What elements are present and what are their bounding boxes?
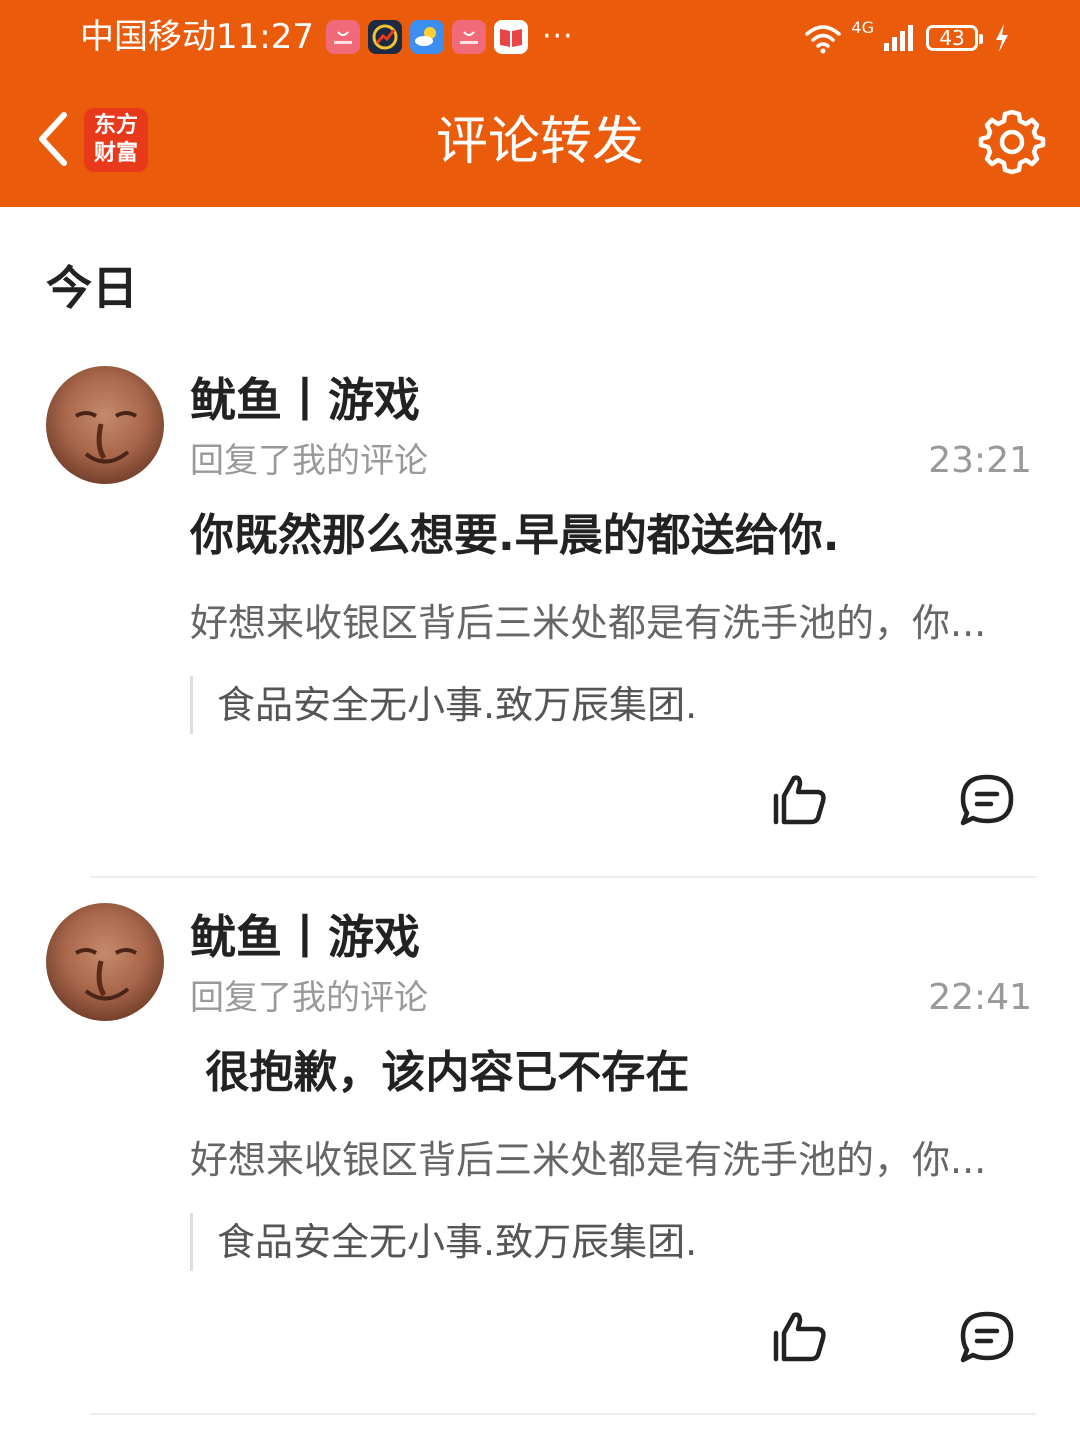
thumbs-up-icon — [773, 775, 826, 825]
notification-card[interactable]: 鱿鱼丨游戏 回复了我的评论 23:21 你既然那么想要.早晨的都送给你. 好想来… — [0, 366, 1080, 903]
charging-icon — [996, 24, 1008, 52]
avatar[interactable] — [46, 903, 164, 1021]
settings-button[interactable] — [972, 104, 1052, 180]
huawei-appgallery-icon — [452, 20, 486, 54]
my-comment-text[interactable]: 好想来收银区背后三米处都是有洗手池的，你... — [190, 598, 1036, 648]
page-title: 评论转发 — [435, 112, 644, 172]
username[interactable]: 鱿鱼丨游戏 — [190, 370, 420, 430]
comment-icon — [960, 774, 1014, 826]
reply-text[interactable]: 你既然那么想要.早晨的都送给你. — [190, 506, 1050, 566]
app-logo-line2: 财富 — [93, 141, 138, 166]
reply-button[interactable] — [956, 770, 1018, 830]
back-button[interactable] — [22, 104, 82, 174]
book-icon — [494, 20, 528, 54]
avatar-face — [74, 948, 138, 1001]
header-bar: 中国移动11:27 ··· 4G 43 东方 财富 评论转发 — [0, 0, 1080, 207]
more-notifications-indicator: ··· — [542, 19, 574, 54]
carrier-label: 中国移动 — [80, 17, 216, 57]
notification-card[interactable]: 鱿鱼丨游戏 回复了我的评论 22:41 很抱歉，该内容已不存在 好想来收银区背后… — [0, 903, 1080, 1440]
stock-app-icon — [368, 20, 402, 54]
action-text: 回复了我的评论 — [190, 441, 428, 481]
action-text: 回复了我的评论 — [190, 978, 428, 1018]
system-indicators: 4G 43 — [803, 18, 1010, 58]
timestamp: 23:21 — [928, 440, 1032, 481]
huawei-appgallery-icon — [326, 20, 360, 54]
notification-icons: ··· — [326, 20, 574, 54]
signal-icon — [884, 25, 913, 51]
username[interactable]: 鱿鱼丨游戏 — [190, 907, 420, 967]
avatar-face — [74, 411, 138, 464]
status-bar: 中国移动11:27 ··· 4G 43 — [0, 0, 1080, 76]
quoted-post[interactable]: 食品安全无小事.致万辰集团. — [190, 1213, 1036, 1271]
avatar[interactable] — [46, 366, 164, 484]
chevron-left-icon — [39, 112, 67, 166]
section-title-today: 今日 — [46, 261, 138, 315]
weather-icon — [410, 20, 444, 54]
battery-icon: 43 — [926, 25, 983, 51]
app-logo-line1: 东方 — [93, 113, 138, 138]
like-button[interactable] — [770, 770, 830, 830]
divider — [90, 1413, 1036, 1415]
battery-level: 43 — [939, 26, 965, 50]
wifi-icon — [805, 25, 842, 54]
quoted-post[interactable]: 食品安全无小事.致万辰集团. — [190, 676, 1036, 734]
like-button[interactable] — [770, 1307, 830, 1367]
network-type: 4G — [851, 18, 874, 37]
timestamp: 22:41 — [928, 977, 1032, 1018]
clock: 11:27 — [216, 17, 314, 57]
divider — [90, 876, 1036, 878]
thumbs-up-icon — [773, 1312, 826, 1362]
gear-icon — [978, 109, 1046, 175]
comment-icon — [960, 1311, 1014, 1363]
app-logo[interactable]: 东方 财富 — [84, 108, 148, 172]
reply-text[interactable]: 很抱歉，该内容已不存在 — [190, 1043, 1050, 1103]
reply-button[interactable] — [956, 1307, 1018, 1367]
my-comment-text[interactable]: 好想来收银区背后三米处都是有洗手池的，你... — [190, 1135, 1036, 1185]
carrier-time: 中国移动11:27 — [80, 14, 314, 60]
